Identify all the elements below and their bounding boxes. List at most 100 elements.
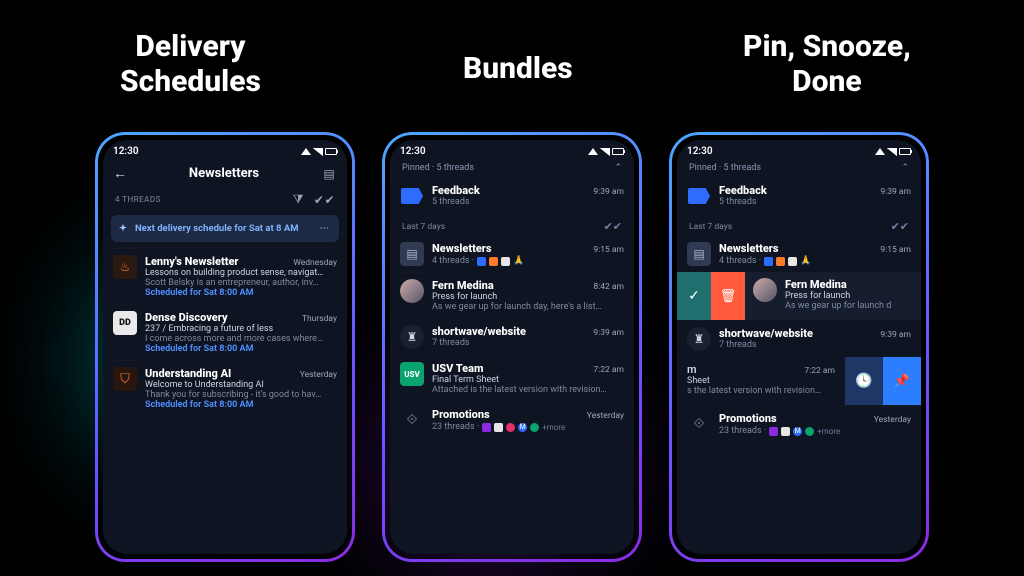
filter-icon[interactable]: ⧩ — [293, 192, 304, 207]
headline-delivery: Delivery Schedules — [120, 30, 261, 99]
bundle-time: 9:39 am — [593, 187, 624, 197]
back-icon[interactable]: ← — [113, 165, 127, 182]
more-icon[interactable]: ⋯ — [320, 223, 332, 234]
mark-done-icon[interactable]: ✔✔ — [891, 220, 909, 233]
battery-icon — [899, 148, 911, 155]
thread-item[interactable]: USV USV Team7:22 am Final Term Sheet Att… — [390, 355, 634, 401]
bundle-item[interactable]: ▤ Newsletters9:15 am 4 threads · 🙏 — [677, 235, 921, 272]
mark-done-icon[interactable]: ✔✔ — [314, 193, 335, 207]
chip-icon — [530, 423, 539, 432]
avatar — [753, 278, 777, 302]
bundle-title: Promotions — [719, 412, 777, 425]
chip-icon — [477, 257, 486, 266]
thread-time: Wednesday — [293, 258, 337, 268]
battery-icon — [325, 148, 337, 155]
tag-icon: ⟐ — [687, 412, 711, 436]
sender-icon: DD — [113, 311, 137, 335]
status-bar: 12:30 — [390, 140, 634, 159]
newsletter-icon: ▤ — [400, 242, 424, 266]
avatar — [400, 279, 424, 303]
swipe-trash-button[interactable]: 🗑 — [711, 272, 745, 320]
swipe-done-button[interactable]: ✓ — [677, 272, 711, 320]
screen-title: Newsletters — [189, 166, 259, 181]
chip-icon: M — [793, 427, 802, 436]
thread-title: m — [687, 363, 697, 376]
collapse-icon[interactable]: ⌃ — [614, 163, 622, 173]
github-icon: ♜ — [687, 327, 711, 351]
thread-time: Yesterday — [300, 370, 337, 380]
chip-icon — [482, 423, 491, 432]
bundle-item[interactable]: Feedback9:39 am 5 threads — [390, 177, 634, 214]
trash-icon: 🗑 — [720, 289, 737, 304]
chip-icon — [788, 257, 797, 266]
thread-item[interactable]: ⛉ Understanding AIYesterday Welcome to U… — [103, 360, 347, 416]
thread-schedule: Scheduled for Sat 8:00 AM — [145, 288, 337, 298]
thread-preview: Attached is the latest version with revi… — [432, 385, 624, 395]
thread-time: Thursday — [302, 314, 337, 324]
signal-icon — [887, 148, 897, 156]
swipe-snooze-button[interactable]: 🕓 — [845, 357, 883, 405]
thread-title: Dense Discovery — [145, 311, 228, 324]
bundle-title: Feedback — [719, 184, 767, 197]
chip-icon: M — [518, 423, 527, 432]
signal-icon — [313, 148, 323, 156]
swiped-thread[interactable]: ✓ 🗑 Fern Medina Press for launch As we g… — [677, 272, 921, 320]
thread-item[interactable]: Fern Medina8:42 am Press for launch As w… — [390, 272, 634, 318]
phone-bundles: 12:30 Pinned · 5 threads ⌃ Feedback 9:39 … — [382, 132, 642, 562]
more-chips: +more — [817, 427, 840, 436]
bundle-title: Feedback — [432, 184, 480, 197]
bundle-item[interactable]: ⟐ Promotions Yesterday 23 threads · M +mo… — [677, 405, 921, 442]
bundle-item[interactable]: ⟐ PromotionsYesterday 23 threads · M +mo… — [390, 401, 634, 438]
chip-icon — [494, 423, 503, 432]
bundle-title: Newsletters — [432, 242, 492, 255]
phone-delivery: 12:30 ← Newsletters ▤ 4 THREADS ⧩ — [95, 132, 355, 562]
chip-icon — [769, 427, 778, 436]
chip-icon — [776, 257, 785, 266]
thread-item[interactable]: ♨ Lenny's NewsletterWednesday Lessons on… — [103, 248, 347, 304]
clock-icon: 🕓 — [855, 373, 872, 389]
thread-preview: As we gear up for launch d — [785, 301, 913, 311]
pinned-section[interactable]: Pinned · 5 threads — [402, 163, 474, 173]
bundle-item[interactable]: ♜ shortwave/website9:39 am 7 threads — [677, 320, 921, 357]
thread-schedule: Scheduled for Sat 8:00 AM — [145, 344, 337, 354]
bundle-time: 9:39 am — [880, 330, 911, 340]
banner-text: Next delivery schedule for Sat at 8 AM — [135, 223, 299, 234]
bundle-time: Yesterday — [587, 411, 624, 421]
bundle-meta: 23 threads · — [432, 422, 479, 432]
label-icon — [400, 184, 424, 208]
more-chips: +more — [542, 423, 565, 432]
delivery-banner[interactable]: ✦ Next delivery schedule for Sat at 8 AM… — [111, 215, 339, 242]
collapse-icon[interactable]: ⌃ — [901, 163, 909, 173]
sender-icon: ⛉ — [113, 367, 137, 391]
bundle-time: 9:15 am — [880, 245, 911, 255]
mark-done-icon[interactable]: ✔✔ — [604, 220, 622, 233]
bundle-item[interactable]: ♜ shortwave/website9:39 am 7 threads — [390, 318, 634, 355]
bundle-time: Yesterday — [874, 415, 911, 425]
thread-time: 7:22 am — [593, 365, 624, 375]
thread-title: Fern Medina — [432, 279, 494, 292]
thread-subject: 237 / Embracing a future of less — [145, 324, 337, 334]
bundle-settings-icon[interactable]: ▤ — [321, 166, 337, 182]
wifi-icon — [875, 148, 885, 155]
chip-icon: 🙏 — [800, 256, 811, 266]
thread-title: Lenny's Newsletter — [145, 255, 239, 268]
bundle-item[interactable]: ▤ Newsletters9:15 am 4 threads · 🙏 — [390, 235, 634, 272]
headline-pinsnooze: Pin, Snooze, Done — [743, 30, 911, 99]
bundle-item[interactable]: Feedback9:39 am 5 threads — [677, 177, 921, 214]
thread-subject: Press for launch — [432, 292, 624, 302]
section-last7: Last 7 days — [689, 222, 732, 232]
thread-time: 7:22 am — [804, 366, 835, 376]
sparkle-icon: ✦ — [119, 223, 127, 234]
thread-preview: As we gear up for launch day, here's a l… — [432, 302, 624, 312]
bundle-title: Newsletters — [719, 242, 779, 255]
swipe-pin-button[interactable]: 📌 — [883, 357, 921, 405]
bundle-title: shortwave/website — [432, 325, 526, 338]
thread-count: 4 THREADS — [115, 195, 161, 204]
tag-icon: ⟐ — [400, 408, 424, 432]
headline-bundles: Bundles — [463, 52, 573, 87]
chip-icon — [805, 427, 814, 436]
bundle-meta: 23 threads · — [719, 426, 766, 436]
pinned-section[interactable]: Pinned · 5 threads — [689, 163, 761, 173]
bundle-time: 9:39 am — [880, 187, 911, 197]
thread-item[interactable]: DD Dense Discovery Thursday 237 / Embraci… — [103, 304, 347, 360]
